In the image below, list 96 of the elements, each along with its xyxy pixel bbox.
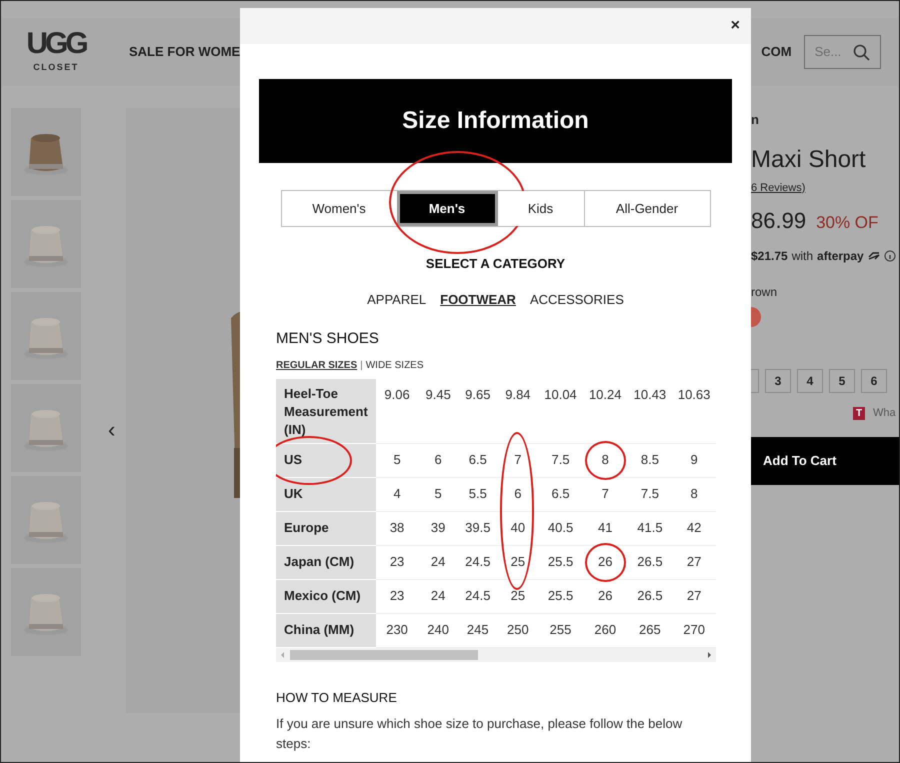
- product-title: Maxi Short: [751, 144, 867, 174]
- table-cell: 245: [458, 613, 498, 647]
- size-option[interactable]: 4: [797, 369, 823, 393]
- row-header: Japan (CM): [276, 545, 376, 579]
- section-title: MEN'S SHOES: [276, 329, 380, 349]
- table-cell: 40.5: [538, 511, 583, 545]
- table-cell: 39.5: [458, 511, 498, 545]
- category-link[interactable]: ACCESSORIES: [530, 290, 624, 309]
- table-cell: 41: [582, 511, 628, 545]
- table-cell: 10.63: [672, 378, 716, 443]
- table-cell: 9.45: [418, 378, 458, 443]
- table-cell: 270: [672, 613, 716, 647]
- installment-amount: $21.75: [751, 248, 788, 265]
- table-cell: 26.5: [628, 579, 672, 613]
- close-button[interactable]: ×: [728, 14, 743, 38]
- afterpay-logo: afterpay: [817, 248, 864, 265]
- table-cell: 40: [498, 511, 538, 545]
- size-type-link[interactable]: WIDE SIZES: [366, 358, 424, 372]
- table-cell: 5.5: [458, 477, 498, 511]
- table-cell: 6.5: [458, 443, 498, 477]
- table-cell: 9.06: [376, 378, 418, 443]
- table-cell: 42: [672, 511, 716, 545]
- table-cell: 38: [376, 511, 418, 545]
- section-title: HOW TO MEASURE: [276, 688, 398, 706]
- table-cell: 5: [376, 443, 418, 477]
- table-cell: 250: [498, 613, 538, 647]
- reviews-link[interactable]: 6 Reviews): [751, 180, 899, 196]
- size-option[interactable]: 5: [829, 369, 855, 393]
- table-cell: 25: [498, 545, 538, 579]
- table-cell: 9.84: [498, 378, 538, 443]
- nav-link[interactable]: SALE FOR WOME: [129, 42, 240, 62]
- table-cell: 10.04: [538, 378, 583, 443]
- installment-text: with: [792, 248, 814, 265]
- table-cell: 25.5: [538, 579, 583, 613]
- table-cell: 6: [418, 443, 458, 477]
- table-cell: 25.5: [538, 545, 583, 579]
- table-cell: 260: [582, 613, 628, 647]
- nav-link[interactable]: COM: [761, 42, 792, 62]
- table-cell: 9: [672, 443, 716, 477]
- table-cell: 4: [376, 477, 418, 511]
- table-cell: 27: [672, 545, 716, 579]
- add-to-cart-button[interactable]: Add To Cart: [751, 436, 899, 484]
- category-link[interactable]: FOOTWEAR: [440, 290, 516, 309]
- table-cell: 27: [672, 579, 716, 613]
- table-cell: 24.5: [458, 579, 498, 613]
- logo-text[interactable]: UGG: [26, 29, 86, 60]
- separator-text: |: [360, 358, 363, 372]
- table-cell: 5: [418, 477, 458, 511]
- previous-arrow[interactable]: ‹: [108, 413, 116, 446]
- table-cell: 26: [582, 545, 628, 579]
- table-cell: 26.5: [628, 545, 672, 579]
- table-cell: 7.5: [628, 477, 672, 511]
- table-cell: 10.43: [628, 378, 672, 443]
- table-cell: 25: [498, 579, 538, 613]
- price-text: 86.99: [751, 207, 806, 235]
- table-cell: 9.65: [458, 378, 498, 443]
- table-cell: 24: [418, 579, 458, 613]
- table-cell: 24.5: [458, 545, 498, 579]
- row-header: Mexico (CM): [276, 579, 376, 613]
- color-name: rown: [751, 284, 778, 301]
- table-cell: 23: [376, 579, 418, 613]
- discount-text: 30% OF: [816, 212, 878, 234]
- table-cell: 8.5: [628, 443, 672, 477]
- modal-title: Size Information: [259, 79, 732, 163]
- table-cell: 6: [498, 477, 538, 511]
- table-cell: 7: [498, 443, 538, 477]
- size-option[interactable]: 6: [861, 369, 887, 393]
- instruction-text: If you are unsure which shoe size to purchase, please follow the below steps:: [276, 715, 684, 753]
- table-cell: 39: [418, 511, 458, 545]
- table-cell: 26: [582, 579, 628, 613]
- size-type-link[interactable]: REGULAR SIZES: [276, 358, 358, 372]
- row-header: UK: [276, 477, 376, 511]
- brand-badge: T: [853, 406, 865, 420]
- table-cell: 230: [376, 613, 418, 647]
- logo-subtitle: CLOSET: [33, 61, 79, 74]
- note-text: Wha: [873, 406, 896, 421]
- table-cell: 7.5: [538, 443, 583, 477]
- table-cell: 255: [538, 613, 583, 647]
- row-header: China (MM): [276, 613, 376, 647]
- table-cell: 10.24: [582, 378, 628, 443]
- table-cell: 7: [582, 477, 628, 511]
- table-cell: 8: [582, 443, 628, 477]
- brand-text: n: [751, 111, 760, 129]
- table-cell: 8: [672, 477, 716, 511]
- category-tab[interactable]: Men's: [396, 191, 498, 226]
- table-cell: 265: [628, 613, 672, 647]
- category-link[interactable]: APPAREL: [367, 290, 426, 309]
- size-option[interactable]: 3: [765, 369, 791, 393]
- row-header: Heel-Toe Measurement (IN): [276, 378, 376, 443]
- table-cell: 41.5: [628, 511, 672, 545]
- row-header: Europe: [276, 511, 376, 545]
- table-cell: 240: [418, 613, 458, 647]
- table-cell: 6.5: [538, 477, 583, 511]
- table-cell: 23: [376, 545, 418, 579]
- table-cell: 24: [418, 545, 458, 579]
- category-prompt: SELECT A CATEGORY: [424, 255, 566, 273]
